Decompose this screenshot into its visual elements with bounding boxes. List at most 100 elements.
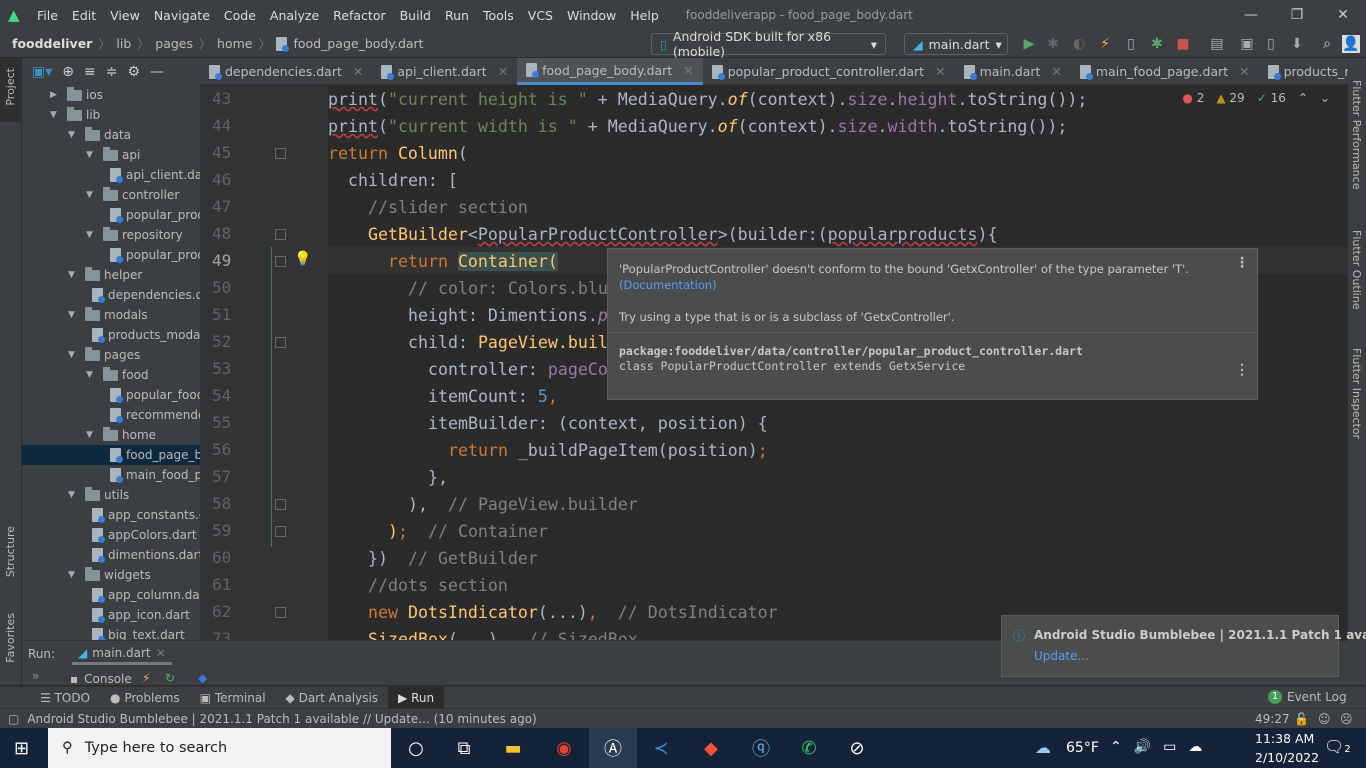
breadcrumb-project[interactable]: fooddeliver <box>12 36 92 51</box>
breadcrumb-home[interactable]: home <box>217 36 252 51</box>
tree-folder[interactable]: ▶ ios <box>22 85 200 105</box>
tree-file[interactable]: dimentions.dart <box>22 545 200 565</box>
file-explorer-icon[interactable]: ▬ <box>489 728 537 768</box>
close-button[interactable]: ✕ <box>1320 0 1366 30</box>
tree-file[interactable]: app_icon.dart <box>22 605 200 625</box>
run-tool-button[interactable]: ▶ Run <box>388 686 445 709</box>
code-line[interactable]: print("current height is " + MediaQuery.… <box>328 86 1087 113</box>
close-tab-icon[interactable]: ✕ <box>1051 64 1061 79</box>
code-line[interactable]: // color: Colors.blu <box>408 275 608 302</box>
chevron-down-icon[interactable]: ▼ <box>68 265 75 285</box>
chevron-down-icon[interactable]: ▼ <box>68 345 75 365</box>
debug-icon[interactable]: ✱ <box>1044 35 1062 53</box>
fold-marker-icon[interactable] <box>275 256 286 267</box>
code-line[interactable]: new DotsIndicator(...), // DotsIndicator <box>368 599 778 626</box>
hot-restart-icon[interactable]: ↻ <box>165 671 175 685</box>
locate-icon[interactable]: ⊕ <box>62 64 74 80</box>
code-line[interactable]: itemBuilder: (context, position) { <box>428 410 768 437</box>
frown-icon[interactable]: ☹ <box>1340 712 1353 726</box>
tree-folder[interactable]: ▼ helper <box>22 265 200 285</box>
app-icon[interactable]: ⊘ <box>833 728 881 768</box>
menu-build[interactable]: Build <box>393 8 438 23</box>
tool-windows-icon[interactable]: ▢ <box>8 712 19 726</box>
menu-code[interactable]: Code <box>217 8 263 23</box>
chevron-down-icon[interactable]: ▼ <box>68 305 75 325</box>
code-line[interactable]: //slider section <box>368 194 528 221</box>
tree-file[interactable]: popular_food_detail.dart <box>22 385 200 405</box>
tree-folder[interactable]: ▼ lib <box>22 105 200 125</box>
project-structure-icon[interactable]: ▤ <box>1208 35 1226 53</box>
stop-icon[interactable]: ■ <box>1174 35 1192 53</box>
chevron-down-icon[interactable]: ▼ <box>68 565 75 585</box>
tree-file[interactable]: recommended_food_detail.dart <box>22 405 200 425</box>
fold-marker-icon[interactable] <box>275 499 286 510</box>
smile-icon[interactable]: ☺ <box>1318 712 1331 726</box>
lightbulb-icon[interactable]: 💡 <box>294 251 311 267</box>
sdk-manager-icon[interactable]: ⬇ <box>1288 35 1306 53</box>
chevron-down-icon[interactable]: ▼ <box>86 145 93 165</box>
notifications-icon[interactable]: 🗨2 <box>1324 737 1351 756</box>
code-line[interactable]: child: PageView.buil <box>408 329 608 356</box>
chevron-down-icon[interactable]: ▼ <box>68 485 75 505</box>
weather-icon[interactable]: ☁ <box>1035 738 1051 757</box>
code-line[interactable]: }, <box>428 464 448 491</box>
code-line[interactable]: controller: pageCo <box>428 356 608 383</box>
close-tab-icon[interactable]: ✕ <box>156 646 166 660</box>
menu-analyze[interactable]: Analyze <box>263 8 326 23</box>
flutter-inspector-tool-button[interactable]: Flutter Inspector <box>1350 348 1363 439</box>
code-line[interactable]: //dots section <box>368 572 508 599</box>
documentation-link[interactable]: (Documentation) <box>619 278 717 292</box>
flutter-outline-tool-button[interactable]: Flutter Outline <box>1350 230 1363 310</box>
avd-manager-icon[interactable]: ▣ <box>1238 35 1256 53</box>
chevron-down-icon[interactable]: ▼ <box>68 125 75 145</box>
favorites-tool-button[interactable]: Favorites <box>4 613 17 663</box>
device-selector[interactable]: ▯ Android SDK built for x86 (mobile) ▾ <box>651 29 886 59</box>
tree-folder[interactable]: ▼ modals <box>22 305 200 325</box>
taskbar-search[interactable]: ⚲ Type here to search <box>48 728 391 768</box>
hot-reload-icon[interactable]: ⚡ <box>142 671 150 685</box>
menu-tools[interactable]: Tools <box>476 8 521 23</box>
code-line[interactable]: }) // GetBuilder <box>368 545 538 572</box>
weak-warning-count[interactable]: ✓ 16 <box>1257 91 1286 105</box>
status-message[interactable]: Android Studio Bumblebee | 2021.1.1 Patc… <box>27 712 536 726</box>
console-tab[interactable]: ▪ Console <box>70 672 132 686</box>
device-manager-icon[interactable]: ▯ <box>1262 35 1280 53</box>
menu-file[interactable]: File <box>30 8 65 23</box>
fold-marker-icon[interactable] <box>275 337 286 348</box>
tree-file[interactable]: products_modal.dart <box>22 325 200 345</box>
breadcrumb-pages[interactable]: pages <box>155 36 193 51</box>
more-options-icon[interactable]: ⋮ <box>1235 255 1249 271</box>
run-tab-main[interactable]: ◢ main.dart ✕ <box>72 641 172 665</box>
tree-folder[interactable]: ▼ food <box>22 365 200 385</box>
inspection-widget[interactable]: ● 2 ▲ 29 ✓ 16 ⌃ ⌄ <box>1182 91 1330 105</box>
structure-tool-button[interactable]: Structure <box>4 526 17 577</box>
previous-highlight-icon[interactable]: ⌃ <box>1298 91 1308 105</box>
search-icon[interactable]: ⌕ <box>1318 35 1336 53</box>
minimize-button[interactable]: — <box>1228 0 1274 30</box>
run-icon[interactable]: ▶ <box>1020 35 1038 53</box>
fold-marker-icon[interactable] <box>275 607 286 618</box>
flutter-performance-tool-button[interactable]: Flutter Performance <box>1350 80 1363 189</box>
code-line[interactable]: return Container( <box>388 248 558 275</box>
project-view-icon[interactable]: ▣▾ <box>32 64 52 80</box>
close-tab-icon[interactable]: ✕ <box>935 64 945 79</box>
maximize-button[interactable]: ❐ <box>1274 0 1320 30</box>
fold-marker-icon[interactable] <box>275 229 286 240</box>
run-config-selector[interactable]: ◢ main.dart ▾ <box>904 33 1008 55</box>
gear-icon[interactable]: ⚙ <box>127 64 140 80</box>
expand-icon[interactable]: » <box>32 669 39 683</box>
dart-devtools-icon[interactable]: ◆ <box>198 671 207 685</box>
tree-folder[interactable]: ▼ pages <box>22 345 200 365</box>
chevron-down-icon[interactable]: ▼ <box>86 365 93 385</box>
warning-count[interactable]: ▲ 29 <box>1216 91 1244 105</box>
caret-position[interactable]: 49:27 <box>1255 712 1290 726</box>
android-studio-taskbar-icon[interactable]: Ⓐ <box>589 728 637 768</box>
menu-refactor[interactable]: Refactor <box>326 8 392 23</box>
whatsapp-icon[interactable]: ✆ <box>785 728 833 768</box>
debug-attach-icon[interactable]: ✱ <box>1148 35 1166 53</box>
menu-navigate[interactable]: Navigate <box>147 8 217 23</box>
tree-file[interactable]: app_constants.dart <box>22 505 200 525</box>
chevron-down-icon[interactable]: ▼ <box>86 425 93 445</box>
close-tab-icon[interactable]: ✕ <box>683 63 693 78</box>
breadcrumb-lib[interactable]: lib <box>116 36 131 51</box>
